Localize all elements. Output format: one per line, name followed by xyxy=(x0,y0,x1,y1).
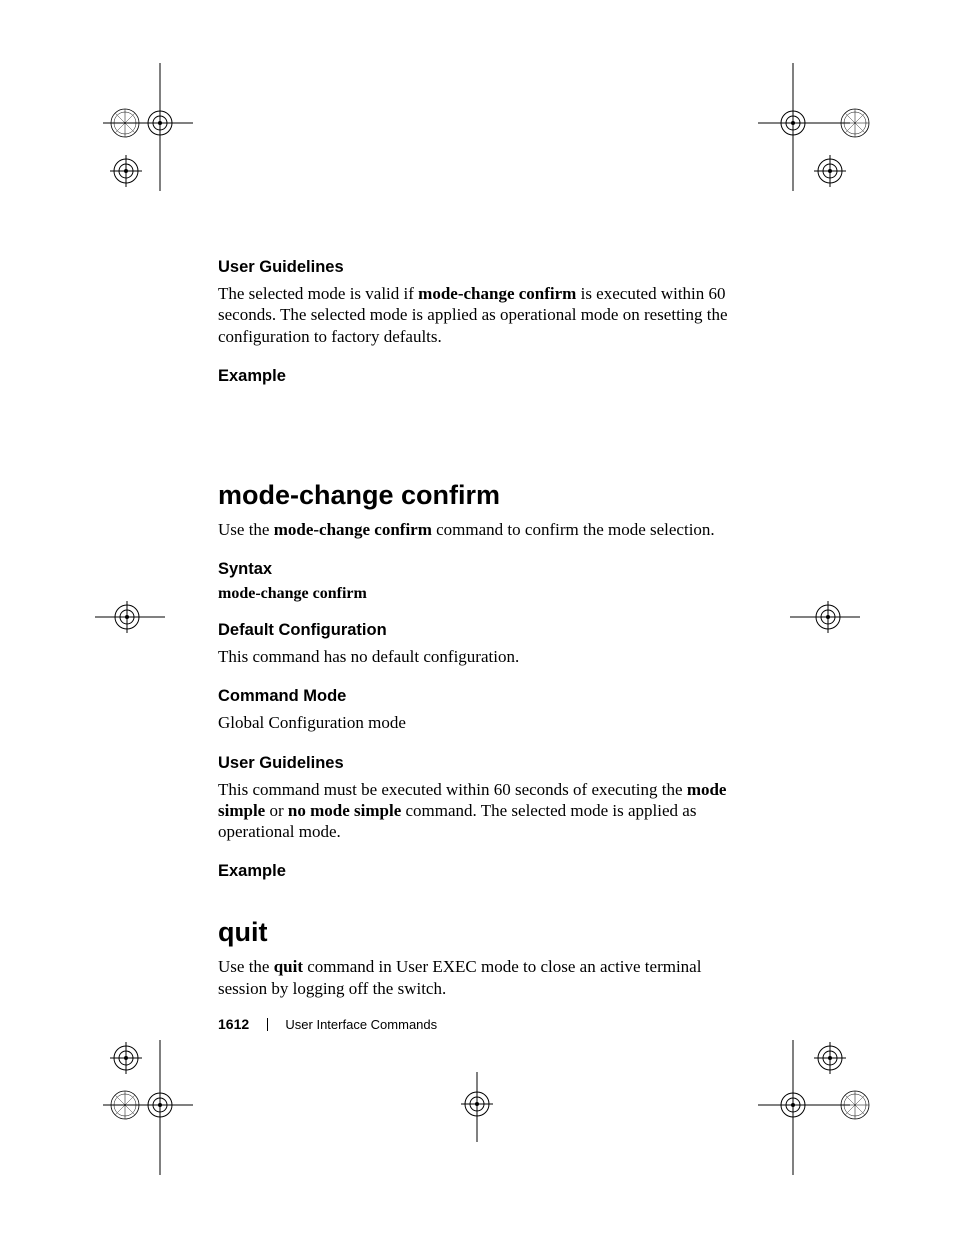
paragraph-intro-quit: Use the quit command in User EXEC mode t… xyxy=(218,956,740,999)
text: Use the xyxy=(218,520,274,539)
crop-mark-icon xyxy=(740,63,890,203)
heading-example-2: Example xyxy=(218,862,740,881)
paragraph-default-config: This command has no default configuratio… xyxy=(218,646,740,667)
text: command to confirm the mode selection. xyxy=(432,520,715,539)
bold-term: quit xyxy=(274,957,303,976)
text: This command must be executed within 60 … xyxy=(218,780,687,799)
text: or xyxy=(265,801,288,820)
command-title-mode-change-confirm: mode-change confirm xyxy=(218,480,740,511)
text: Use the xyxy=(218,957,274,976)
footer-separator xyxy=(267,1018,268,1031)
chapter-name: User Interface Commands xyxy=(285,1017,437,1032)
heading-example-1: Example xyxy=(218,367,740,386)
paragraph-user-guidelines-1: The selected mode is valid if mode-chang… xyxy=(218,283,740,347)
crop-mark-icon xyxy=(63,63,193,203)
heading-default-config: Default Configuration xyxy=(218,621,740,640)
crop-mark-icon xyxy=(445,1072,515,1142)
bold-term: mode-change confirm xyxy=(418,284,576,303)
paragraph-command-mode: Global Configuration mode xyxy=(218,712,740,733)
heading-command-mode: Command Mode xyxy=(218,687,740,706)
page-footer: 1612 User Interface Commands xyxy=(218,1016,437,1032)
crop-mark-icon xyxy=(790,585,860,655)
command-title-quit: quit xyxy=(218,917,740,948)
crop-mark-icon xyxy=(63,1030,203,1180)
syntax-text: mode-change confirm xyxy=(218,585,740,603)
bold-term: mode-change confirm xyxy=(274,520,432,539)
page-content: User Guidelines The selected mode is val… xyxy=(218,258,740,1019)
text: The selected mode is valid if xyxy=(218,284,418,303)
paragraph-intro-mcc: Use the mode-change confirm command to c… xyxy=(218,519,740,540)
heading-syntax: Syntax xyxy=(218,560,740,579)
crop-mark-icon xyxy=(95,585,165,655)
paragraph-user-guidelines-2: This command must be executed within 60 … xyxy=(218,779,740,843)
heading-user-guidelines: User Guidelines xyxy=(218,258,740,277)
crop-mark-icon xyxy=(740,1030,900,1180)
page-number: 1612 xyxy=(218,1016,249,1032)
bold-term: no mode simple xyxy=(288,801,401,820)
heading-user-guidelines-2: User Guidelines xyxy=(218,754,740,773)
